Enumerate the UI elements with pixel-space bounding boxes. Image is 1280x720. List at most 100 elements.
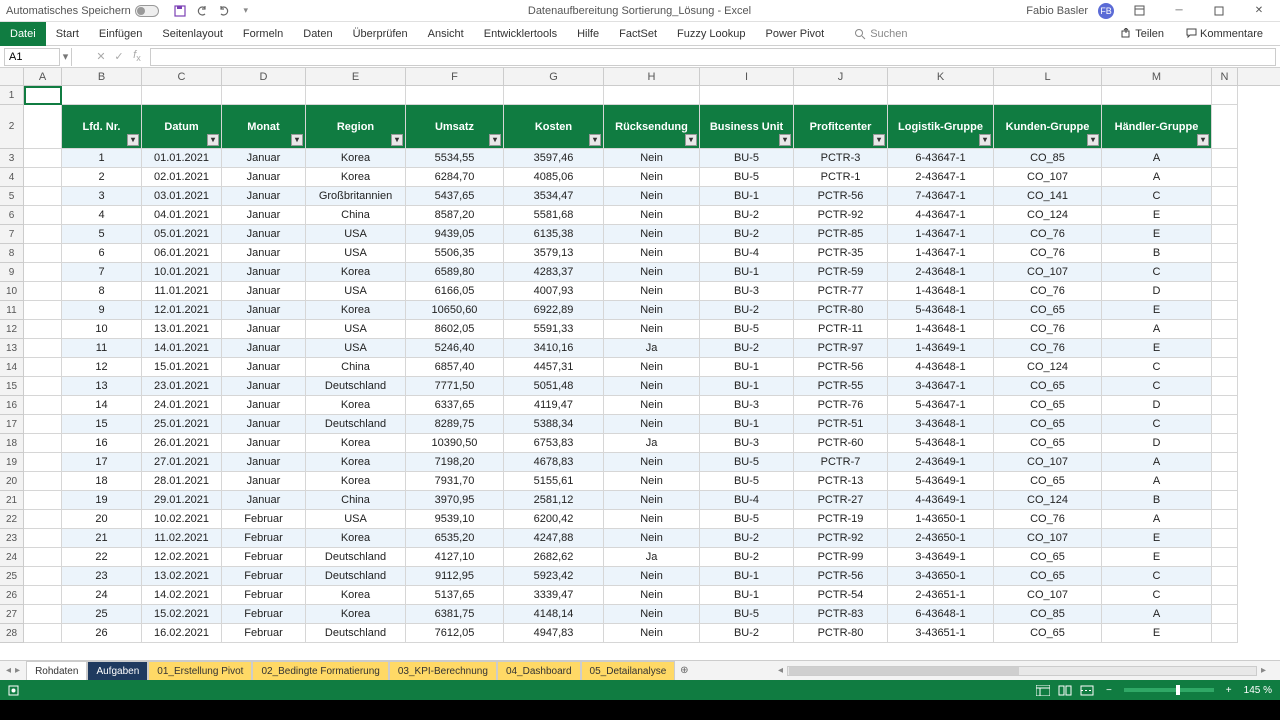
table-header-cell[interactable]: Händler-Gruppe▾ [1102, 105, 1212, 149]
filter-dropdown-icon[interactable]: ▾ [1197, 134, 1209, 146]
table-cell[interactable]: 6753,83 [504, 434, 604, 453]
table-cell[interactable]: Ja [604, 434, 700, 453]
table-cell[interactable]: Januar [222, 225, 306, 244]
share-button[interactable]: Teilen [1114, 25, 1171, 43]
table-cell[interactable]: CO_107 [994, 168, 1102, 187]
table-cell[interactable]: A [1102, 605, 1212, 624]
cell[interactable] [24, 624, 62, 643]
table-cell[interactable]: CO_85 [994, 605, 1102, 624]
table-cell[interactable]: Januar [222, 377, 306, 396]
tell-me-search[interactable]: Suchen [854, 28, 907, 40]
cell[interactable] [24, 320, 62, 339]
insert-function-icon[interactable]: fx [128, 49, 146, 63]
col-header[interactable]: L [994, 68, 1102, 85]
cell[interactable] [1212, 339, 1238, 358]
filter-dropdown-icon[interactable]: ▾ [685, 134, 697, 146]
table-cell[interactable]: 6337,65 [406, 396, 504, 415]
cell[interactable] [24, 149, 62, 168]
table-header-cell[interactable]: Rücksendung▾ [604, 105, 700, 149]
table-cell[interactable]: E [1102, 624, 1212, 643]
ribbon-display-options-icon[interactable] [1124, 0, 1154, 22]
cell[interactable] [24, 377, 62, 396]
table-cell[interactable]: 6589,80 [406, 263, 504, 282]
table-cell[interactable]: Januar [222, 339, 306, 358]
table-cell[interactable]: PCTR-56 [794, 358, 888, 377]
sheet-tab[interactable]: Rohdaten [26, 661, 87, 681]
table-cell[interactable]: 4 [62, 206, 142, 225]
table-cell[interactable]: CO_76 [994, 282, 1102, 301]
table-cell[interactable]: 8587,20 [406, 206, 504, 225]
table-cell[interactable]: Januar [222, 206, 306, 225]
horizontal-scrollbar[interactable]: ◂ ▸ [693, 665, 1280, 676]
ribbon-tab-powerpivot[interactable]: Power Pivot [756, 22, 835, 46]
table-cell[interactable]: BU-1 [700, 187, 794, 206]
table-cell[interactable]: Korea [306, 434, 406, 453]
table-cell[interactable]: 6922,89 [504, 301, 604, 320]
table-cell[interactable]: PCTR-35 [794, 244, 888, 263]
table-cell[interactable]: CO_65 [994, 548, 1102, 567]
table-cell[interactable]: 14 [62, 396, 142, 415]
filter-dropdown-icon[interactable]: ▾ [979, 134, 991, 146]
table-cell[interactable]: Januar [222, 244, 306, 263]
table-cell[interactable]: CO_65 [994, 301, 1102, 320]
table-cell[interactable]: 28.01.2021 [142, 472, 222, 491]
table-cell[interactable]: CO_65 [994, 434, 1102, 453]
table-cell[interactable]: 12 [62, 358, 142, 377]
table-header-cell[interactable]: Datum▾ [142, 105, 222, 149]
table-cell[interactable]: 5246,40 [406, 339, 504, 358]
cell[interactable] [24, 339, 62, 358]
row-header[interactable]: 6 [0, 206, 24, 225]
table-cell[interactable]: 5-43648-1 [888, 301, 994, 320]
table-cell[interactable]: Nein [604, 244, 700, 263]
row-header[interactable]: 23 [0, 529, 24, 548]
table-cell[interactable]: 6135,38 [504, 225, 604, 244]
table-cell[interactable]: A [1102, 453, 1212, 472]
filter-dropdown-icon[interactable]: ▾ [873, 134, 885, 146]
zoom-slider[interactable] [1124, 688, 1214, 692]
table-cell[interactable]: 6 [62, 244, 142, 263]
table-header-cell[interactable]: Lfd. Nr.▾ [62, 105, 142, 149]
ribbon-tab-seitenlayout[interactable]: Seitenlayout [152, 22, 233, 46]
table-cell[interactable]: BU-2 [700, 225, 794, 244]
table-cell[interactable]: 22 [62, 548, 142, 567]
cell[interactable] [406, 86, 504, 105]
table-cell[interactable]: Nein [604, 206, 700, 225]
table-cell[interactable]: 16 [62, 434, 142, 453]
table-cell[interactable]: BU-1 [700, 263, 794, 282]
table-cell[interactable]: PCTR-59 [794, 263, 888, 282]
table-cell[interactable]: 10.01.2021 [142, 263, 222, 282]
cell[interactable] [222, 86, 306, 105]
ribbon-tab-hilfe[interactable]: Hilfe [567, 22, 609, 46]
table-cell[interactable]: BU-2 [700, 624, 794, 643]
table-cell[interactable]: Nein [604, 624, 700, 643]
table-cell[interactable]: 5437,65 [406, 187, 504, 206]
table-cell[interactable]: 10390,50 [406, 434, 504, 453]
table-cell[interactable]: 9439,05 [406, 225, 504, 244]
table-cell[interactable]: BU-4 [700, 491, 794, 510]
table-cell[interactable]: China [306, 491, 406, 510]
row-header[interactable]: 24 [0, 548, 24, 567]
col-header[interactable]: B [62, 68, 142, 85]
table-cell[interactable]: Nein [604, 263, 700, 282]
table-cell[interactable]: 4-43647-1 [888, 206, 994, 225]
cell[interactable] [1212, 263, 1238, 282]
table-cell[interactable]: 29.01.2021 [142, 491, 222, 510]
table-cell[interactable]: Korea [306, 453, 406, 472]
cell[interactable] [24, 396, 62, 415]
table-cell[interactable]: 12.01.2021 [142, 301, 222, 320]
table-cell[interactable]: Januar [222, 320, 306, 339]
table-cell[interactable]: CO_76 [994, 244, 1102, 263]
row-header[interactable]: 8 [0, 244, 24, 263]
table-cell[interactable]: 6200,42 [504, 510, 604, 529]
table-cell[interactable]: PCTR-92 [794, 529, 888, 548]
cell[interactable] [24, 187, 62, 206]
table-cell[interactable]: PCTR-56 [794, 187, 888, 206]
table-cell[interactable]: 3-43649-1 [888, 548, 994, 567]
formula-enter-icon[interactable]: ✓ [110, 50, 128, 63]
table-cell[interactable]: 9539,10 [406, 510, 504, 529]
table-cell[interactable]: CO_107 [994, 586, 1102, 605]
table-cell[interactable]: PCTR-97 [794, 339, 888, 358]
table-cell[interactable]: Nein [604, 358, 700, 377]
cell[interactable] [1212, 105, 1238, 149]
col-header[interactable]: E [306, 68, 406, 85]
